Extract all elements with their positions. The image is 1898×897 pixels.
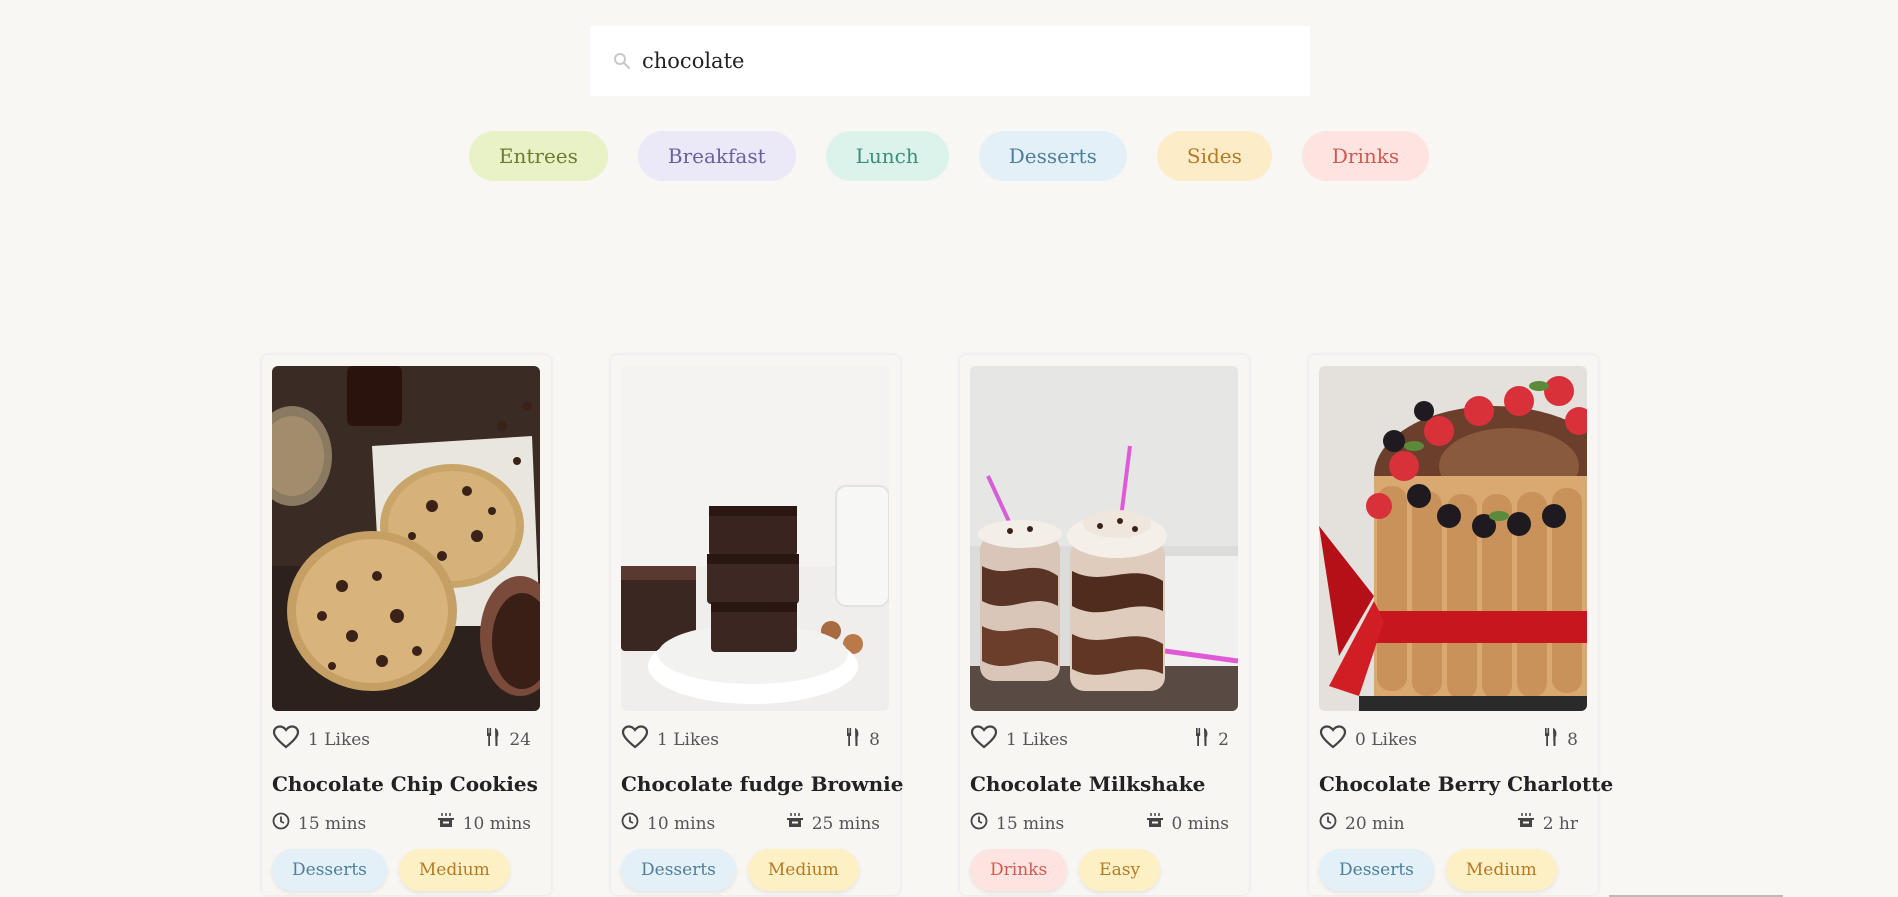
cook-time-value: 25 mins	[811, 813, 880, 834]
cooking-pot-icon	[786, 812, 804, 835]
servings-count: 24	[509, 729, 531, 750]
cook-time: 0 mins	[1146, 812, 1229, 835]
prep-time-value: 10 mins	[647, 813, 716, 834]
cook-time: 10 mins	[437, 812, 531, 835]
servings-count: 8	[1567, 729, 1578, 750]
servings: 2	[1194, 727, 1229, 752]
category-entrees[interactable]: Entrees	[468, 131, 608, 181]
prep-time-value: 20 min	[1345, 813, 1405, 834]
prep-time: 15 mins	[272, 812, 366, 835]
clock-icon	[272, 812, 290, 835]
cooking-pot-icon	[1146, 812, 1164, 835]
servings-count: 8	[869, 729, 880, 750]
like-button[interactable]: 1 Likes	[621, 725, 719, 754]
likes-count: 0 Likes	[1355, 729, 1418, 750]
cook-time: 2 hr	[1517, 812, 1578, 835]
search-input[interactable]	[642, 41, 1242, 81]
category-sides[interactable]: Sides	[1156, 131, 1272, 181]
prep-time: 10 mins	[621, 812, 715, 835]
recipe-card[interactable]: 1 Likes 24 Chocolate Chip Cookies 15 min…	[262, 355, 551, 895]
category-label: Sides	[1186, 144, 1242, 168]
recipe-card[interactable]: 0 Likes 8 Chocolate Berry Charlotte 20 m…	[1309, 355, 1613, 895]
cook-time: 25 mins	[786, 812, 880, 835]
servings: 8	[1543, 727, 1578, 752]
fork-knife-icon	[1194, 727, 1210, 752]
category-label: Breakfast	[667, 144, 766, 168]
category-lunch[interactable]: Lunch	[825, 131, 949, 181]
category-tag[interactable]: Desserts	[621, 849, 736, 891]
search-icon	[612, 51, 632, 71]
like-button[interactable]: 1 Likes	[272, 725, 370, 754]
category-desserts[interactable]: Desserts	[978, 131, 1127, 181]
heart-icon	[272, 725, 300, 754]
recipe-title[interactable]: Chocolate Berry Charlotte	[1319, 772, 1613, 796]
category-filter-bar: Entrees Breakfast Lunch Desserts Sides D…	[0, 131, 1898, 181]
recipe-title[interactable]: Chocolate Chip Cookies	[272, 772, 541, 796]
category-label: Desserts	[1008, 144, 1097, 168]
clock-icon	[1319, 812, 1337, 835]
search-bar[interactable]	[590, 26, 1310, 96]
recipe-title[interactable]: Chocolate fudge Brownie	[621, 772, 903, 796]
recipe-grid: 1 Likes 24 Chocolate Chip Cookies 15 min…	[262, 355, 1613, 895]
servings-count: 2	[1218, 729, 1229, 750]
difficulty-tag[interactable]: Medium	[1445, 849, 1557, 891]
difficulty-tag[interactable]: Medium	[398, 849, 510, 891]
likes-count: 1 Likes	[1006, 729, 1069, 750]
recipe-card[interactable]: 1 Likes 2 Chocolate Milkshake 15 mins 0 …	[960, 355, 1249, 895]
category-tag[interactable]: Desserts	[1319, 849, 1434, 891]
category-label: Entrees	[498, 144, 578, 168]
prep-time-value: 15 mins	[996, 813, 1065, 834]
heart-icon	[621, 725, 649, 754]
fork-knife-icon	[845, 727, 861, 752]
fork-knife-icon	[485, 727, 501, 752]
heart-icon	[1319, 725, 1347, 754]
servings: 8	[845, 727, 880, 752]
recipe-image[interactable]	[272, 366, 540, 711]
clock-icon	[970, 812, 988, 835]
servings: 24	[485, 727, 531, 752]
like-button[interactable]: 0 Likes	[1319, 725, 1417, 754]
clock-icon	[621, 812, 639, 835]
recipe-card[interactable]: 1 Likes 8 Chocolate fudge Brownie 10 min…	[611, 355, 903, 895]
cooking-pot-icon	[1517, 812, 1535, 835]
category-breakfast[interactable]: Breakfast	[637, 131, 796, 181]
difficulty-tag[interactable]: Easy	[1079, 849, 1161, 891]
recipe-image[interactable]	[970, 366, 1238, 711]
cook-time-value: 0 mins	[1171, 813, 1229, 834]
like-button[interactable]: 1 Likes	[970, 725, 1068, 754]
recipe-title[interactable]: Chocolate Milkshake	[970, 772, 1239, 796]
recipe-image[interactable]	[1319, 366, 1587, 711]
category-tag[interactable]: Desserts	[272, 849, 387, 891]
fork-knife-icon	[1543, 727, 1559, 752]
likes-count: 1 Likes	[308, 729, 371, 750]
cook-time-value: 10 mins	[462, 813, 531, 834]
heart-icon	[970, 725, 998, 754]
recipe-image[interactable]	[621, 366, 889, 711]
cook-time-value: 2 hr	[1542, 813, 1578, 834]
prep-time-value: 15 mins	[298, 813, 367, 834]
prep-time: 20 min	[1319, 812, 1405, 835]
category-drinks[interactable]: Drinks	[1301, 131, 1430, 181]
category-label: Drinks	[1331, 144, 1400, 168]
cooking-pot-icon	[437, 812, 455, 835]
category-label: Lunch	[855, 144, 919, 168]
prep-time: 15 mins	[970, 812, 1064, 835]
category-tag[interactable]: Drinks	[970, 849, 1068, 891]
difficulty-tag[interactable]: Medium	[747, 849, 859, 891]
likes-count: 1 Likes	[657, 729, 720, 750]
